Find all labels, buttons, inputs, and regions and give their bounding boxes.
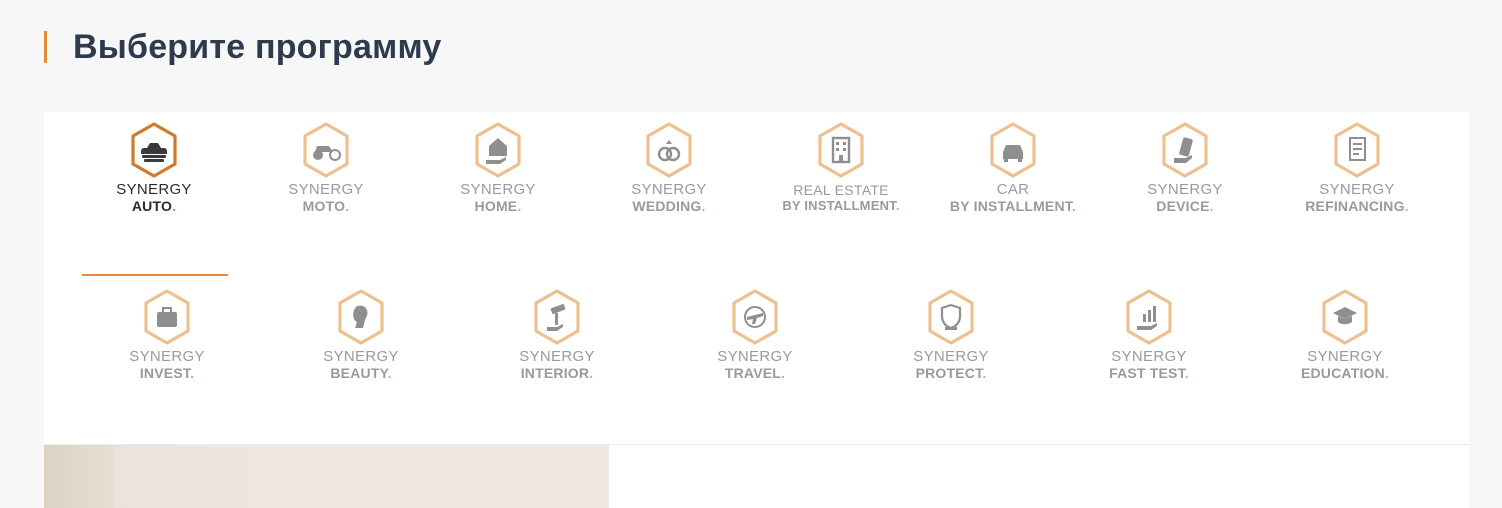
program-line2-text: BY INSTALLMENT <box>782 198 896 213</box>
program-line2-text: BEAUTY <box>330 365 388 381</box>
program-line2: INVEST. <box>82 365 252 381</box>
program-beauty[interactable]: SYNERGY BEAUTY. <box>276 289 446 381</box>
program-line1: SYNERGY <box>717 348 793 365</box>
program-dot: . <box>982 365 987 381</box>
airplane-icon <box>732 289 778 345</box>
program-line2-text: REFINANCING <box>1305 198 1405 214</box>
phone-hand-icon <box>1162 122 1208 178</box>
car-hands-icon <box>131 122 177 178</box>
program-line2-text: HOME <box>474 198 518 214</box>
program-home[interactable]: SYNERGY HOME. <box>413 122 583 214</box>
program-dot: . <box>895 198 900 213</box>
program-dot: . <box>1209 198 1214 214</box>
program-photo <box>44 445 609 508</box>
program-line1: SYNERGY <box>519 348 595 365</box>
program-line2-text: DEVICE <box>1156 198 1210 214</box>
car-front-icon <box>990 122 1036 178</box>
program-education[interactable]: SYNERGY EDUCATION. <box>1260 289 1430 381</box>
program-line1: CAR <box>996 181 1030 198</box>
program-dot: . <box>1404 198 1409 214</box>
program-travel[interactable]: SYNERGY TRAVEL. <box>670 289 840 381</box>
program-line2: FAST TEST. <box>1064 365 1234 381</box>
program-line2: WEDDING. <box>584 198 754 214</box>
program-line2: MOTO. <box>241 198 411 214</box>
program-dot: . <box>345 198 350 214</box>
program-line2: BY INSTALLMENT. <box>928 198 1098 214</box>
title-accent-bar <box>44 31 47 63</box>
active-tab-indicator <box>82 274 228 276</box>
section-header: Выберите программу <box>44 28 441 66</box>
program-line1: SYNERGY <box>288 181 364 198</box>
paint-roller-icon <box>534 289 580 345</box>
program-dot: . <box>781 365 786 381</box>
program-line2-text: AUTO <box>131 198 173 214</box>
program-by-installment[interactable]: CAR BY INSTALLMENT. <box>928 122 1098 214</box>
building-icon <box>818 122 864 178</box>
program-line1: SYNERGY <box>1319 181 1395 198</box>
program-dot: . <box>701 198 706 214</box>
program-dot: . <box>589 365 594 381</box>
program-line2-text: BY INSTALLMENT <box>949 198 1072 214</box>
program-dot: . <box>387 365 392 381</box>
program-line2-text: INTERIOR <box>520 365 590 381</box>
program-dot: . <box>1384 365 1390 381</box>
program-line1: SYNERGY <box>116 181 192 198</box>
program-dot: . <box>172 198 177 214</box>
program-protect[interactable]: SYNERGY PROTECT. <box>866 289 1036 381</box>
program-line1: SYNERGY <box>460 181 536 198</box>
bar-chart-hand-icon <box>1126 289 1172 345</box>
program-interior[interactable]: SYNERGY INTERIOR. <box>472 289 642 381</box>
program-dot: . <box>190 365 195 381</box>
program-line2: INTERIOR. <box>472 365 642 381</box>
woman-profile-icon <box>338 289 384 345</box>
program-fast-test[interactable]: SYNERGY FAST TEST. <box>1064 289 1234 381</box>
program-line2-text: EDUCATION <box>1300 365 1385 381</box>
program-line2-text: WEDDING <box>632 198 702 214</box>
program-line1: SYNERGY <box>323 348 399 365</box>
program-line1: REAL ESTATE <box>793 182 889 198</box>
program-line2: BY INSTALLMENT. <box>756 198 926 214</box>
program-line2: PROTECT. <box>866 365 1036 381</box>
rings-icon <box>646 122 692 178</box>
program-device[interactable]: SYNERGY DEVICE. <box>1100 122 1270 214</box>
document-icon <box>1334 122 1380 178</box>
program-dot: . <box>517 198 522 214</box>
program-line2: TRAVEL. <box>670 365 840 381</box>
program-line2: HOME. <box>413 198 583 214</box>
house-hand-icon <box>475 122 521 178</box>
program-line2: DEVICE. <box>1100 198 1270 214</box>
graduation-cap-icon <box>1322 289 1368 345</box>
program-line1: SYNERGY <box>1111 348 1187 365</box>
photo-shade <box>44 445 114 508</box>
program-refinancing[interactable]: SYNERGY REFINANCING. <box>1272 122 1442 214</box>
program-line2-text: INVEST <box>139 365 191 381</box>
program-wedding[interactable]: SYNERGY WEDDING. <box>584 122 754 214</box>
shield-icon <box>928 289 974 345</box>
program-line1: SYNERGY <box>913 348 989 365</box>
page-title: Выберите программу <box>73 27 442 66</box>
program-dot: . <box>1184 365 1189 381</box>
program-line2: AUTO. <box>69 198 239 214</box>
program-line2-text: PROTECT <box>915 365 983 381</box>
program-dot: . <box>1071 198 1077 214</box>
program-line1: SYNERGY <box>1307 348 1383 365</box>
program-line1: SYNERGY <box>129 348 205 365</box>
program-line2-text: FAST TEST <box>1109 365 1185 381</box>
program-by-installment[interactable]: REAL ESTATE BY INSTALLMENT. <box>756 122 926 214</box>
program-moto[interactable]: SYNERGY MOTO. <box>241 122 411 214</box>
motorcycle-icon <box>303 122 349 178</box>
program-line1: SYNERGY <box>631 181 707 198</box>
briefcase-icon <box>144 289 190 345</box>
program-line2-text: TRAVEL <box>724 365 782 381</box>
program-line2: REFINANCING. <box>1272 198 1442 214</box>
program-line2-text: MOTO <box>302 198 346 214</box>
program-invest[interactable]: SYNERGY INVEST. <box>82 289 252 381</box>
program-line2: EDUCATION. <box>1260 365 1430 381</box>
program-auto[interactable]: SYNERGY AUTO. <box>69 122 239 214</box>
program-line2: BEAUTY. <box>276 365 446 381</box>
program-line1: SYNERGY <box>1147 181 1223 198</box>
